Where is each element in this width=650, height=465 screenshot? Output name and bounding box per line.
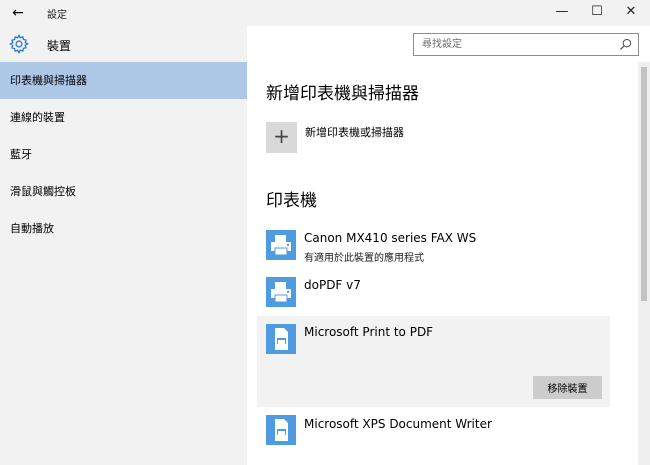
printers-section-title: 印表機	[266, 191, 317, 211]
sidebar-title: 裝置	[47, 39, 72, 53]
printer-item[interactable]: Microsoft XPS Document Writer	[257, 410, 610, 454]
remove-device-button[interactable]: 移除裝置	[533, 376, 602, 399]
sidebar-item-printers-scanners[interactable]: 印表機與掃描器	[0, 62, 247, 99]
printer-icon	[266, 277, 296, 307]
scroll-thumb[interactable]	[641, 67, 647, 301]
printer-name: Canon MX410 series FAX WS	[304, 231, 477, 245]
close-button[interactable]: ✕	[614, 0, 648, 26]
printer-item-selected[interactable]: Microsoft Print to PDF 移除裝置	[257, 316, 610, 407]
vertical-scrollbar[interactable]	[638, 62, 650, 465]
search-box	[413, 33, 639, 56]
back-button[interactable]: ←	[8, 4, 28, 22]
main-content: 新增印表機與掃描器 + 新增印表機或掃描器 印表機 Canon MX410 se…	[247, 62, 638, 465]
printer-item[interactable]: Canon MX410 series FAX WS 有適用於此裝置的應用程式	[257, 225, 610, 269]
pdf-printer-icon	[266, 324, 296, 354]
printer-name: Microsoft XPS Document Writer	[304, 417, 492, 431]
printer-subtitle: 有適用於此裝置的應用程式	[304, 253, 424, 264]
fax-printer-icon	[266, 230, 296, 260]
add-section-title: 新增印表機與掃描器	[266, 84, 419, 104]
printer-name: Microsoft Print to PDF	[304, 325, 434, 339]
add-device-button[interactable]: +	[266, 122, 297, 153]
sidebar-item-mouse-touchpad[interactable]: 滑鼠與觸控板	[0, 173, 247, 210]
gear-icon	[9, 33, 29, 55]
xps-printer-icon	[266, 415, 296, 445]
printer-name: doPDF v7	[304, 278, 361, 292]
sidebar-item-autoplay[interactable]: 自動播放	[0, 210, 247, 247]
minimize-button[interactable]: —	[545, 0, 579, 26]
title-bar: ← 設定 — ☐ ✕	[0, 0, 650, 26]
add-device-label[interactable]: 新增印表機或掃描器	[305, 124, 404, 140]
sidebar-item-connected-devices[interactable]: 連線的裝置	[0, 99, 247, 136]
maximize-button[interactable]: ☐	[580, 0, 614, 26]
sidebar-item-bluetooth[interactable]: 藍牙	[0, 136, 247, 173]
sidebar-nav: 印表機與掃描器 連線的裝置 藍牙 滑鼠與觸控板 自動播放	[0, 62, 247, 247]
printer-item[interactable]: doPDF v7	[257, 272, 610, 312]
sidebar: 裝置 印表機與掃描器 連線的裝置 藍牙 滑鼠與觸控板 自動播放	[0, 26, 247, 465]
search-input[interactable]	[414, 34, 614, 55]
search-icon[interactable]	[619, 38, 632, 51]
sidebar-header: 裝置	[0, 26, 247, 62]
window-title: 設定	[47, 10, 67, 21]
